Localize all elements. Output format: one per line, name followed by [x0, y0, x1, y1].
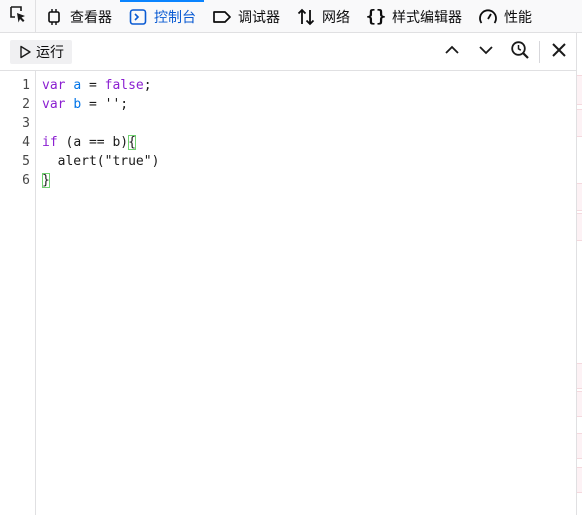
console-icon	[128, 7, 148, 27]
punctuation-token: (	[57, 135, 74, 150]
operator-token: ==	[81, 135, 113, 150]
network-icon	[296, 7, 316, 27]
tab-inspector[interactable]: 查看器	[36, 0, 120, 32]
string-token: "true"	[104, 154, 152, 169]
code-line: }	[42, 171, 50, 190]
code-line: if (a == b){	[42, 133, 136, 152]
keyword-token: var	[42, 78, 66, 93]
performance-icon	[478, 7, 498, 27]
punctuation-token: )	[120, 135, 129, 150]
chevron-down-icon	[478, 42, 494, 62]
keyword-token: if	[42, 135, 58, 150]
code-editor[interactable]: 1 2 3 4 5 6 var a = false; var b = ''; i…	[0, 71, 576, 515]
console-error-row	[577, 363, 582, 389]
variable-token: a	[73, 135, 82, 150]
inspector-icon	[44, 7, 64, 27]
close-editor-button[interactable]	[542, 33, 576, 71]
operator-token: =	[81, 78, 105, 93]
line-number: 5	[22, 154, 30, 169]
code-line: var b = '';	[42, 95, 128, 114]
history-search-icon	[510, 40, 530, 64]
tab-console[interactable]: 控制台	[120, 0, 204, 32]
tab-label: 控制台	[154, 9, 196, 26]
keyword-token: var	[42, 97, 66, 112]
line-number: 6	[22, 173, 30, 188]
function-call-token: alert(	[57, 154, 105, 169]
previous-expression-button[interactable]	[435, 33, 469, 71]
debugger-icon	[212, 7, 232, 27]
run-button[interactable]: 运行	[10, 40, 72, 64]
console-error-row	[577, 109, 582, 137]
code-line: alert("true")	[42, 152, 160, 171]
editor-toolbar-actions	[435, 33, 576, 71]
chevron-up-icon	[444, 42, 460, 62]
console-error-row	[577, 433, 582, 459]
tab-label: 查看器	[70, 9, 112, 26]
line-number: 4	[22, 135, 30, 150]
console-error-row	[577, 467, 582, 493]
punctuation-token: )	[151, 154, 160, 169]
style-editor-icon: {}	[365, 6, 387, 27]
next-expression-button[interactable]	[469, 33, 503, 71]
reverse-search-button[interactable]	[503, 33, 537, 71]
tab-performance[interactable]: 性能	[470, 0, 540, 32]
tab-network[interactable]: 网络	[288, 0, 358, 32]
element-picker-button[interactable]	[0, 0, 36, 32]
tab-style-editor[interactable]: {} 样式编辑器	[358, 0, 470, 32]
variable-token: b	[73, 97, 82, 112]
punctuation-token: ;	[120, 97, 129, 112]
string-token: ''	[104, 97, 121, 112]
punctuation-token: ;	[143, 78, 152, 93]
matching-brace: {	[128, 135, 136, 150]
play-icon	[18, 45, 32, 59]
line-number: 3	[22, 116, 30, 131]
tab-label: 性能	[504, 9, 532, 26]
code-line: var a = false;	[42, 76, 152, 95]
tab-label: 调试器	[238, 9, 280, 26]
devtools-tab-bar: 查看器 控制台 调试器 网络 {} 样式编辑器 性能	[0, 0, 582, 33]
close-icon	[551, 42, 567, 62]
tab-debugger[interactable]: 调试器	[204, 0, 288, 32]
tab-label: 网络	[322, 9, 350, 26]
toolbar-divider	[539, 41, 540, 63]
variable-token: a	[73, 78, 82, 93]
console-output-edge	[576, 33, 582, 515]
console-error-row	[577, 75, 582, 105]
line-number: 1	[22, 78, 30, 93]
console-error-row	[577, 391, 582, 417]
console-error-row	[577, 213, 582, 241]
matching-brace: }	[42, 173, 50, 188]
line-number-gutter: 1 2 3 4 5 6	[0, 71, 36, 515]
line-number: 2	[22, 97, 30, 112]
editor-toolbar: 运行	[0, 33, 576, 71]
run-button-label: 运行	[36, 45, 64, 61]
console-error-row	[577, 183, 582, 211]
code-content[interactable]: var a = false; var b = ''; if (a == b){ …	[42, 71, 576, 204]
element-picker-icon	[8, 4, 28, 28]
operator-token: =	[81, 97, 105, 112]
devtools-window: 查看器 控制台 调试器 网络 {} 样式编辑器 性能 运行 1 2 3 4 5 …	[0, 0, 582, 515]
tab-label: 样式编辑器	[392, 9, 462, 26]
boolean-token: false	[104, 78, 144, 93]
